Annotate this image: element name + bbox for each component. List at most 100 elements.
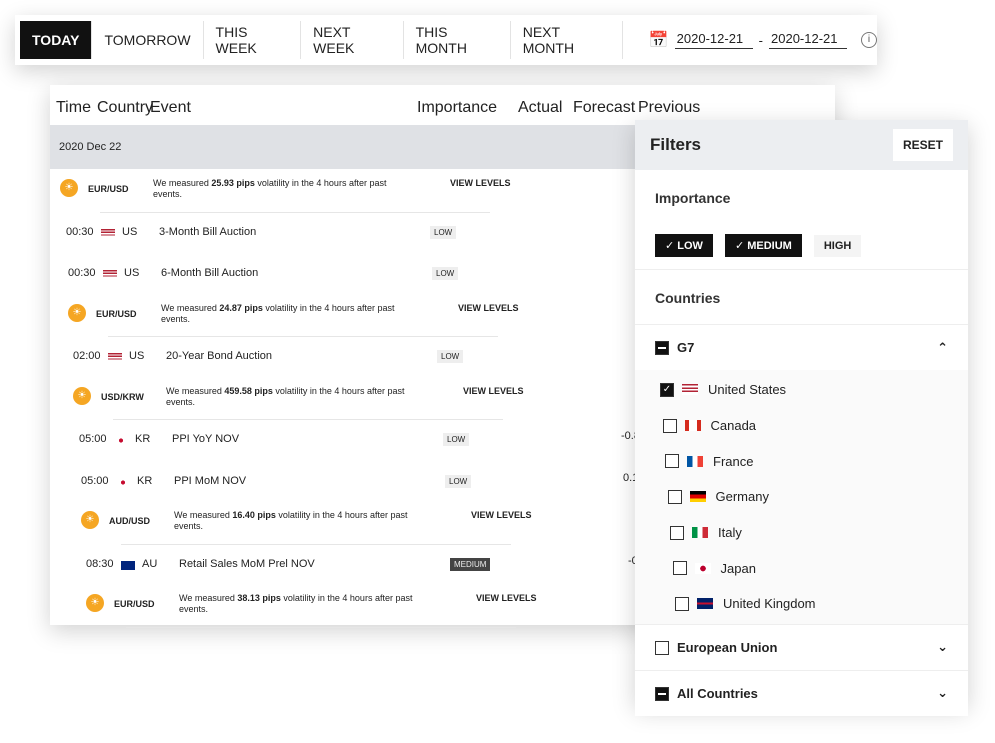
group-label: All Countries (677, 685, 758, 701)
pips-value: 38.13 pips (237, 593, 281, 603)
importance-filter-high[interactable]: HIGH (813, 235, 862, 257)
country-gb[interactable]: United Kingdom (660, 586, 943, 622)
tab-this-week[interactable]: THIS WEEK (204, 21, 302, 59)
filters-panel: Filters RESET Importance ✓ LOW ✓ MEDIUM HI… (635, 120, 968, 716)
volatility-insight-row: ☀ AUD/USD We measured 16.40 pips volatilit… (50, 503, 650, 545)
country-list: ✓ United States Canada France Germany Italy Ja… (635, 370, 968, 624)
event-name[interactable]: PPI YoY NOV (172, 433, 239, 445)
flag-kr-icon (116, 477, 130, 487)
flag-au-icon (121, 560, 135, 570)
info-icon[interactable]: i (861, 32, 877, 48)
event-time: 08:30 (86, 557, 114, 570)
countries-label: Countries (635, 270, 968, 324)
checkbox[interactable] (655, 641, 669, 656)
column-header-event: Event (150, 99, 191, 116)
checkbox[interactable] (670, 525, 684, 540)
event-time: 05:00 (81, 474, 109, 487)
date-to-input[interactable]: 2020-12-21 (769, 31, 847, 49)
event-time: 02:00 (73, 350, 101, 362)
column-header-importance: Importance (417, 99, 498, 116)
indeterminate-checkbox[interactable] (655, 687, 669, 702)
tab-this-month[interactable]: THIS MONTH (404, 21, 511, 59)
table-body: ☀ EUR/USD We measured 25.93 pips volatilit… (50, 171, 657, 628)
indeterminate-checkbox[interactable] (655, 341, 669, 356)
event-row: 00:30 US 6-Month Bill Auction LOW (50, 254, 650, 296)
pips-value: 16.40 pips (232, 510, 276, 520)
view-levels-link[interactable]: VIEW LEVELS (476, 593, 537, 603)
event-time: 00:30 (68, 267, 96, 279)
checkbox[interactable] (675, 596, 689, 611)
importance-badge: LOW (437, 350, 464, 363)
event-time: 00:30 (66, 225, 94, 238)
country-code: KR (137, 474, 153, 487)
date-from-input[interactable]: 2020-12-21 (674, 31, 753, 49)
tab-next-month[interactable]: NEXT MONTH (511, 21, 623, 59)
importance-filter-low[interactable]: ✓ LOW (655, 234, 713, 257)
event-name[interactable]: 6-Month Bill Auction (161, 267, 258, 279)
event-name[interactable]: 20-Year Bond Auction (166, 350, 272, 362)
flag-ca-icon (684, 420, 701, 432)
tab-today[interactable]: TODAY (20, 21, 93, 59)
reset-button[interactable]: RESET (892, 129, 953, 161)
pips-value: 25.93 pips (211, 178, 255, 188)
message-prefix: We measured (174, 510, 233, 520)
importance-label: Importance (655, 190, 731, 206)
checkbox[interactable] (672, 561, 687, 576)
country-it[interactable]: Italy (660, 515, 943, 551)
volatility-message: We measured 25.93 pips volatility in the… (153, 178, 393, 200)
country-de[interactable]: Germany (660, 479, 943, 515)
group-g7[interactable]: G7 ⌃ (635, 324, 968, 370)
view-levels-link[interactable]: VIEW LEVELS (463, 386, 524, 396)
event-name[interactable]: Retail Sales MoM Prel NOV (179, 558, 315, 570)
volatility-message: We measured 459.58 pips volatility in th… (166, 386, 406, 408)
event-name[interactable]: PPI MoM NOV (174, 475, 246, 487)
flag-us-icon (101, 228, 115, 238)
chevron-down-icon[interactable]: ⌄ (937, 639, 948, 655)
group-european-union[interactable]: European Union ⌄ (635, 623, 968, 670)
message-prefix: We measured (161, 302, 220, 313)
country-code: US (122, 225, 138, 238)
country-fr[interactable]: France (660, 443, 943, 479)
volatility-message: We measured 24.87 pips volatility in the… (161, 303, 401, 325)
group-label: G7 (677, 339, 695, 355)
checkbox[interactable]: ✓ (660, 382, 674, 397)
importance-badge: LOW (443, 433, 470, 446)
tab-next-week[interactable]: NEXT WEEK (301, 21, 404, 59)
lightbulb-icon: ☀ (81, 511, 99, 529)
importance-badge: LOW (432, 267, 459, 280)
lightbulb-icon: ☀ (86, 594, 104, 612)
flag-kr-icon (114, 436, 128, 445)
tab-tomorrow[interactable]: TOMORROW (92, 21, 204, 59)
message-prefix: We measured (179, 593, 238, 603)
country-code: US (124, 267, 140, 279)
checkbox[interactable] (665, 454, 679, 469)
country-name: Canada (710, 418, 757, 434)
event-name[interactable]: 3-Month Bill Auction (159, 226, 256, 238)
group-all-countries[interactable]: All Countries ⌄ (635, 669, 968, 716)
currency-pair: AUD/USD (109, 516, 151, 526)
chevron-up-icon[interactable]: ⌃ (937, 340, 948, 356)
event-row: 05:00KRPPI MoM NOVLOW0.1% (50, 462, 650, 504)
event-time: 05:00 (79, 433, 107, 445)
country-ca[interactable]: Canada (660, 408, 943, 444)
filters-title: Filters (650, 135, 702, 154)
date-separator: - (758, 32, 763, 48)
flag-jp-icon (694, 562, 711, 574)
view-levels-link[interactable]: VIEW LEVELS (471, 510, 532, 520)
checkbox[interactable] (667, 489, 682, 504)
message-prefix: We measured (153, 178, 212, 188)
volatility-message: We measured 38.13 pips volatility in the… (179, 593, 419, 615)
country-jp[interactable]: Japan (660, 550, 943, 586)
flag-us-icon (108, 353, 122, 362)
calendar-icon[interactable]: 📅 (649, 30, 669, 50)
checkbox[interactable] (662, 418, 677, 433)
country-us[interactable]: ✓ United States (660, 372, 943, 408)
pips-value: 24.87 pips (219, 302, 263, 313)
view-levels-link[interactable]: VIEW LEVELS (450, 178, 511, 188)
importance-filter-medium[interactable]: ✓ MEDIUM (724, 234, 802, 257)
column-header-forecast: Forecast (573, 99, 636, 116)
column-header-country: Country (97, 99, 154, 116)
view-levels-link[interactable]: VIEW LEVELS (458, 303, 519, 313)
chevron-down-icon[interactable]: ⌄ (937, 685, 948, 701)
currency-pair: EUR/USD (88, 184, 129, 194)
